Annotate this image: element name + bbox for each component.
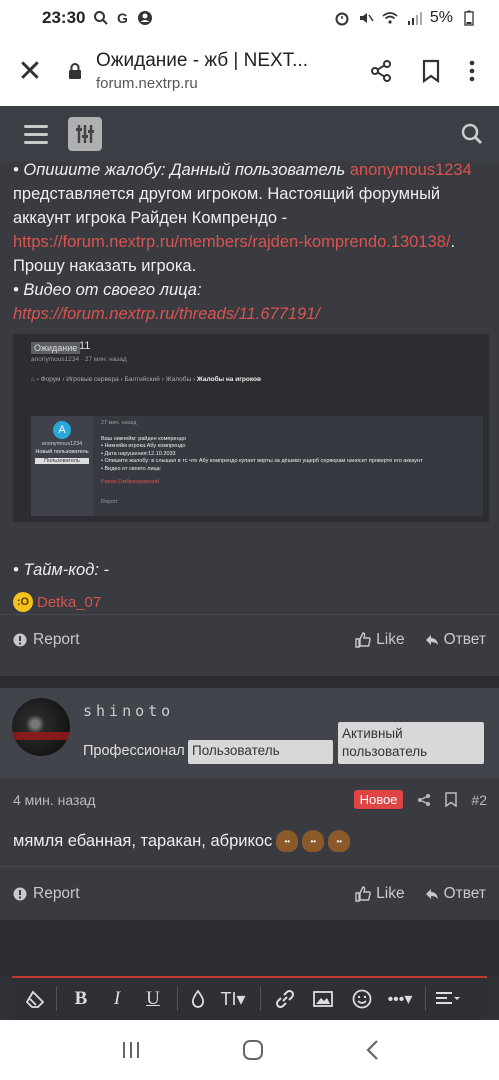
editor-toolbar: B I U TI▾ •••▾ [12,976,487,1020]
report-button[interactable]: Report [13,885,80,903]
breadcrumb: ⌂ › Форум › Игровые сервера › Балтийский… [31,376,262,383]
active-user-badge: Активный пользователь [338,722,484,764]
more-menu-icon[interactable] [469,59,475,83]
poop-emoji-icon: •• [276,830,299,852]
signal-icon [407,12,422,25]
search-icon[interactable] [461,123,483,145]
italic-button[interactable]: I [99,977,135,1021]
eraser-icon[interactable] [20,977,50,1021]
poop-emoji-icon: •• [302,830,325,852]
post1-body: • Опишите жалобу: Данный пользователь an… [13,161,472,323]
wifi-icon [382,12,398,24]
page-title-block[interactable]: Ожидание - жб | NEXT... forum.nextrp.ru [90,50,369,92]
post-divider [0,676,499,688]
browser-toolbar: ✕ Ожидание - жб | NEXT... forum.nextrp.r… [0,36,499,106]
user-badge: Пользователь [188,740,333,764]
close-tab-button[interactable]: ✕ [0,54,60,89]
link-icon[interactable] [267,977,303,1021]
share-icon[interactable] [369,59,393,83]
profile-link[interactable]: https://forum.nextrp.ru/members/rajden-k… [13,233,450,251]
like-button[interactable]: Like [355,885,405,903]
google-icon: G [117,10,128,26]
reaction-bar[interactable]: :O Detka_07 [13,592,486,612]
post-1: • Опишите жалобу: Данный пользователь an… [0,161,499,676]
thumbs-up-icon [355,631,371,648]
reply-button[interactable]: Ответ [425,885,486,903]
page-url: forum.nextrp.ru [96,75,198,92]
post2-body: мямля ебанная, таракан, абрикос •• •• •• [13,830,351,852]
screenshot-post-card: A anonymous1234 Новый пользователь Польз… [31,416,483,516]
status-bar: 23:30 G 5% [0,0,499,36]
svg-text:G: G [117,10,128,26]
smilie-icon[interactable] [343,977,381,1021]
text-size-button[interactable]: TI▾ [212,977,254,1021]
like-button[interactable]: Like [355,631,405,649]
reply-icon [425,888,438,899]
home-icon[interactable] [242,1039,264,1061]
post1-actions: Report Like Ответ [0,614,499,664]
image-icon[interactable] [303,977,343,1021]
bookmark-icon[interactable] [421,59,441,83]
page-title: Ожидание - жб | NEXT... [96,50,309,71]
recent-apps-icon[interactable] [121,1041,141,1059]
video-link[interactable]: https://forum.nextrp.ru/threads/11.67719… [13,305,320,323]
battery-icon [464,10,474,26]
battery-level: 5% [429,9,453,26]
page-bottom [0,920,499,976]
avatar[interactable] [12,698,70,756]
back-icon[interactable] [365,1039,379,1061]
thumbs-up-icon [355,885,371,902]
poop-emoji-icon: •• [328,830,351,852]
system-nav-bar [0,1020,499,1080]
status-time: 23:30 [42,8,86,27]
video-label: • Видео от своего лица: [13,281,202,299]
reaction-wow-icon: :O [13,592,33,612]
timecode: • Тайм-код: - [13,561,109,579]
avatar: A [53,421,71,439]
alarm-icon [335,12,349,26]
new-badge: Новое [353,790,404,809]
report-icon [13,633,27,646]
search-status-icon [94,11,109,25]
reaction-user[interactable]: Detka_07 [37,594,101,611]
more-options-button[interactable]: •••▾ [381,977,419,1021]
complaint-label: • Опишите жалобу: Данный пользователь [13,161,350,179]
user-rank: Профессионал [83,743,185,759]
bold-button[interactable]: B [63,977,99,1021]
reply-button[interactable]: Ответ [425,631,486,649]
username[interactable]: shinoto [83,702,174,720]
report-icon [13,887,27,900]
menu-icon[interactable] [24,124,48,144]
forum-header [0,106,499,162]
thread-meta: anonymous1234 · 27 мин. назад [31,356,127,363]
report-button[interactable]: Report [13,631,80,649]
bookmark-icon[interactable] [445,792,458,807]
embedded-screenshot[interactable]: Ожидание 11 anonymous1234 · 27 мин. наза… [13,334,489,522]
post-number[interactable]: #2 [471,792,487,808]
status-badge: Ожидание [31,342,81,354]
user-mention[interactable]: anonymous1234 [350,161,472,179]
color-drop-icon[interactable] [184,977,212,1021]
account-icon [138,11,153,25]
post-time[interactable]: 4 мин. назад [13,792,95,808]
lock-icon [69,63,81,79]
thread-number: 11 [79,340,91,352]
post2-actions: Report Like Ответ [0,866,499,920]
sliders-icon [76,125,94,143]
align-icon[interactable] [432,977,464,1021]
post1-request: Прошу наказать игрока. [13,257,197,275]
post1-text: представляется другом игроком. Настоящий… [13,185,441,227]
mute-icon [359,13,374,23]
share-icon[interactable] [417,793,431,807]
reply-icon [425,634,438,645]
underline-button[interactable]: U [135,977,171,1021]
post2-author: shinoto Профессионал Пользователь Активн… [0,688,499,778]
forum-logo[interactable] [68,117,102,151]
